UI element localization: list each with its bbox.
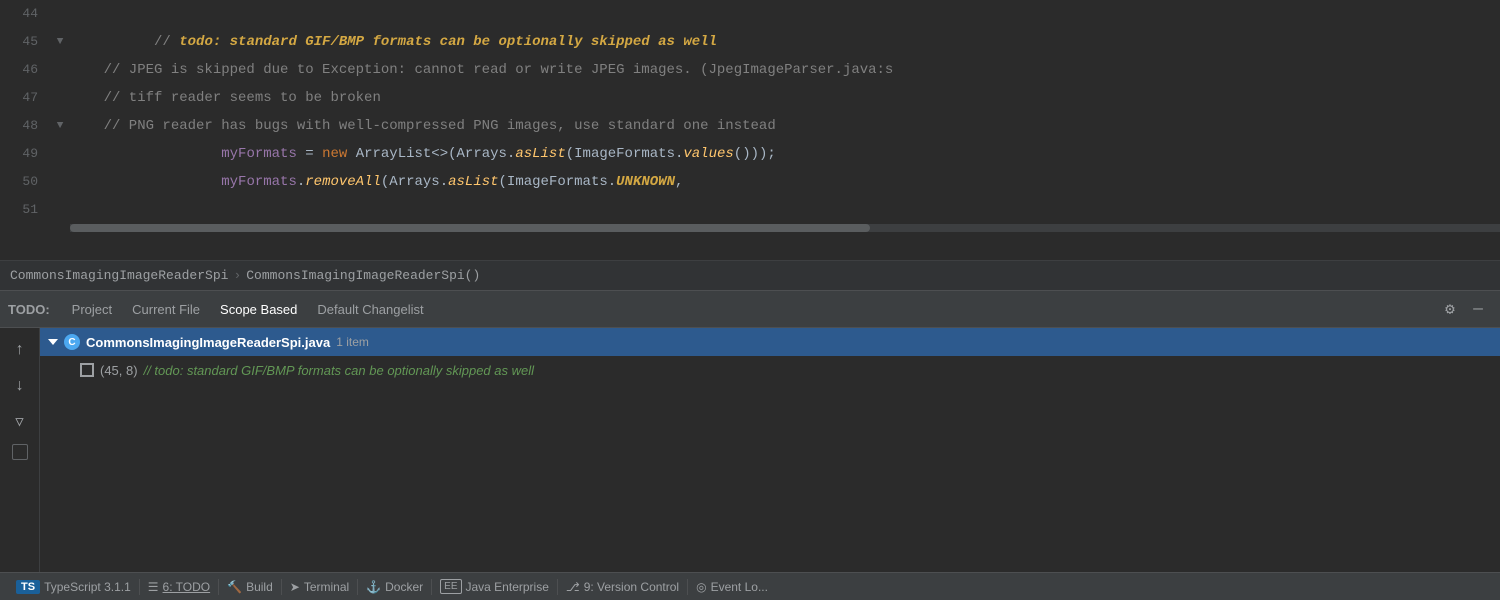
todo-tree-item[interactable]: (45, 8) // todo: standard GIF/BMP format… [40, 356, 1500, 384]
status-event-log[interactable]: ◎ Event Lo... [688, 573, 776, 600]
code-line-47: 47 // tiff reader seems to be broken [0, 84, 1500, 112]
code-editor: 44 45 ▼ // todo: standard GIF/BMP format… [0, 0, 1500, 260]
todo-comment: // todo: standard GIF/BMP formats can be… [144, 363, 534, 378]
code-line-51: 51 [0, 196, 1500, 224]
tab-scope-based[interactable]: Scope Based [210, 298, 307, 321]
line-number-45: 45 [0, 28, 50, 56]
todo-toolbar: TODO: Project Current File Scope Based D… [0, 290, 1500, 328]
todo-panel-row: TODO: Project Current File Scope Based D… [0, 290, 1500, 572]
file-name: CommonsImagingImageReaderSpi.java [86, 335, 330, 350]
todo-status-label: 6: TODO [163, 580, 211, 594]
line-number-51: 51 [0, 196, 50, 224]
stop-button[interactable] [12, 444, 28, 460]
java-enterprise-label: Java Enterprise [466, 580, 549, 594]
todo-file-item[interactable]: C CommonsImagingImageReaderSpi.java 1 it… [40, 328, 1500, 356]
filter-button[interactable]: ▽ [6, 408, 34, 436]
tab-project[interactable]: Project [62, 298, 122, 321]
breadcrumb-bar: CommonsImagingImageReaderSpi › CommonsIm… [0, 260, 1500, 290]
line-number-50: 50 [0, 168, 50, 196]
line-number-44: 44 [0, 0, 50, 28]
breadcrumb-part1[interactable]: CommonsImagingImageReaderSpi [10, 268, 228, 283]
todo-label: TODO: [8, 302, 50, 317]
terminal-label: Terminal [304, 580, 349, 594]
status-build[interactable]: 🔨 Build [219, 573, 281, 600]
status-bar: TS TypeScript 3.1.1 ☰ 6: TODO 🔨 Build ➤ … [0, 572, 1500, 600]
status-terminal[interactable]: ➤ Terminal [282, 573, 357, 600]
todo-sidebar: ↑ ↓ ▽ [0, 328, 40, 572]
docker-icon: ⚓ [366, 580, 381, 594]
build-label: Build [246, 580, 273, 594]
code-line-45: 45 ▼ // todo: standard GIF/BMP formats c… [0, 28, 1500, 56]
breadcrumb-sep: › [233, 268, 241, 283]
main-layout: 44 45 ▼ // todo: standard GIF/BMP format… [0, 0, 1500, 600]
item-count: 1 item [336, 335, 369, 349]
status-java-enterprise[interactable]: EE Java Enterprise [432, 573, 557, 600]
line-number-47: 47 [0, 84, 50, 112]
line-number-49: 49 [0, 140, 50, 168]
terminal-icon: ➤ [290, 580, 300, 594]
event-icon: ◎ [696, 580, 706, 594]
list-icon: ☰ [148, 580, 159, 594]
settings-icon[interactable]: ⚙ [1436, 295, 1464, 323]
expand-icon [48, 339, 58, 345]
version-control-label: 9: Version Control [584, 580, 679, 594]
scroll-thumb[interactable] [70, 224, 870, 232]
line-content-47: // tiff reader seems to be broken [70, 84, 1500, 112]
tab-default-changelist[interactable]: Default Changelist [307, 298, 433, 321]
line-number-48: 48 [0, 112, 50, 140]
status-typescript[interactable]: TS TypeScript 3.1.1 [8, 573, 139, 600]
status-version-control[interactable]: ⎇ 9: Version Control [558, 573, 687, 600]
horizontal-scrollbar[interactable] [70, 224, 1500, 232]
scroll-down-button[interactable]: ↓ [6, 372, 34, 400]
todo-item-icon [80, 363, 94, 377]
tab-current-file[interactable]: Current File [122, 298, 210, 321]
class-icon: C [64, 334, 80, 350]
line-content-46: // JPEG is skipped due to Exception: can… [70, 56, 1500, 84]
line-gutter-45: ▼ [50, 28, 70, 56]
todo-panel: ↑ ↓ ▽ C CommonsImagingImageReaderSpi.jav… [0, 328, 1500, 572]
vc-icon: ⎇ [566, 580, 580, 594]
todo-location: (45, 8) [100, 363, 138, 378]
line-gutter-48: ▼ [50, 112, 70, 140]
status-docker[interactable]: ⚓ Docker [358, 573, 431, 600]
breadcrumb-part2[interactable]: CommonsImagingImageReaderSpi() [246, 268, 480, 283]
ts-badge: TS [16, 580, 40, 594]
java-badge: EE [440, 579, 461, 594]
scroll-up-button[interactable]: ↑ [6, 336, 34, 364]
build-icon: 🔨 [227, 580, 242, 594]
line-number-46: 46 [0, 56, 50, 84]
event-log-label: Event Lo... [711, 580, 768, 594]
status-todo[interactable]: ☰ 6: TODO [140, 573, 218, 600]
typescript-label: TypeScript 3.1.1 [44, 580, 131, 594]
code-line-46: 46 // JPEG is skipped due to Exception: … [0, 56, 1500, 84]
code-lines: 44 45 ▼ // todo: standard GIF/BMP format… [0, 0, 1500, 224]
todo-content[interactable]: C CommonsImagingImageReaderSpi.java 1 it… [40, 328, 1500, 572]
minimize-icon[interactable]: — [1464, 295, 1492, 323]
code-line-50: 50 myFormats.removeAll(Arrays.asList(Ima… [0, 168, 1500, 196]
docker-label: Docker [385, 580, 423, 594]
